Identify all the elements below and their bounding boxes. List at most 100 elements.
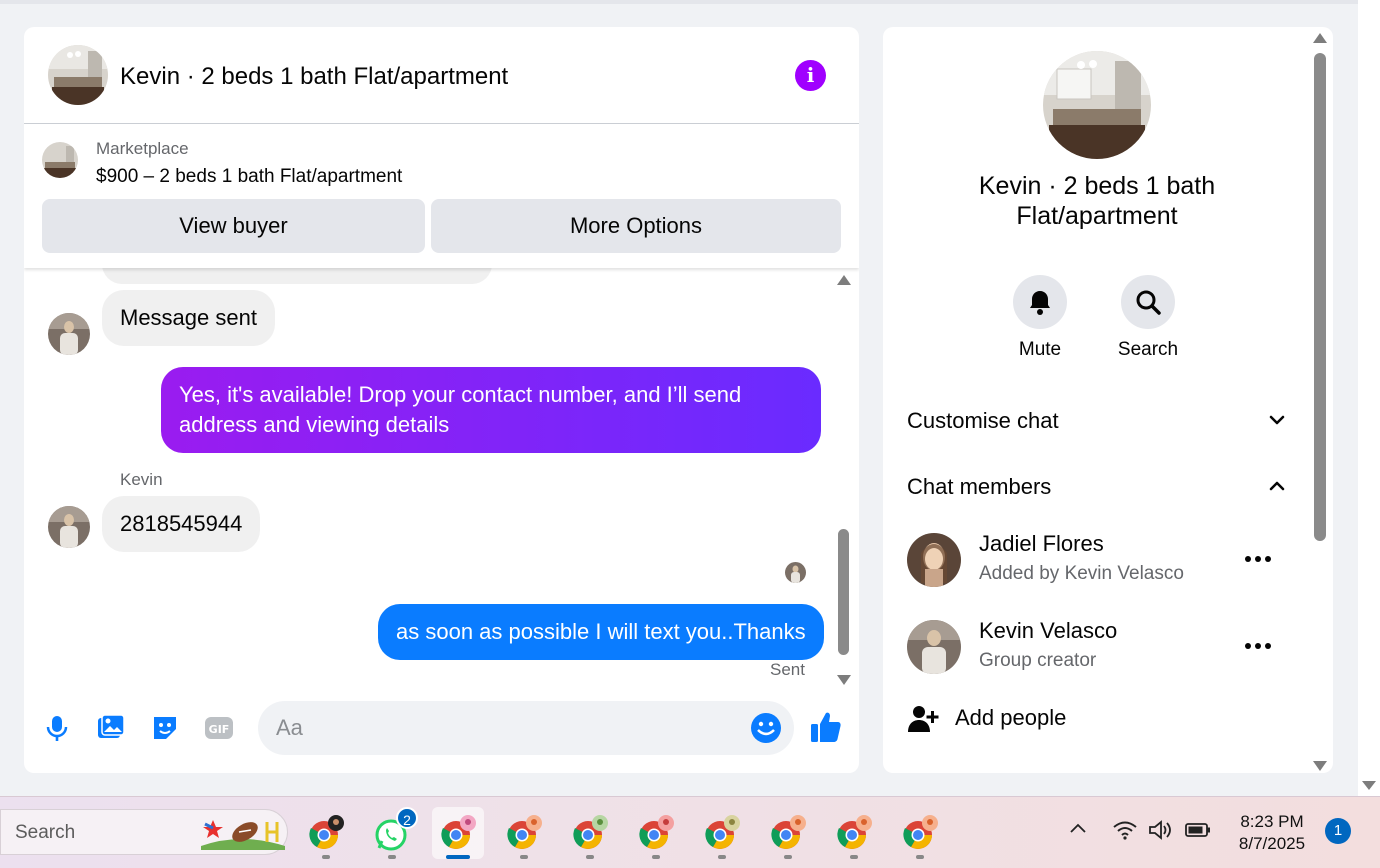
member-name: Kevin Velasco	[979, 618, 1118, 643]
svg-text:GIF: GIF	[209, 723, 230, 736]
scroll-down-arrow[interactable]	[837, 675, 851, 685]
info-icon[interactable]: i	[795, 60, 826, 91]
taskbar-chrome-profile[interactable]	[828, 807, 880, 859]
message-input[interactable]	[276, 711, 736, 745]
taskbar-indicator	[784, 855, 792, 859]
sticker-icon[interactable]	[150, 713, 180, 743]
marketplace-banner: Marketplace $900 – 2 beds 1 bath Flat/ap…	[24, 124, 859, 268]
message-bubble-outgoing[interactable]: as soon as possible I will text you..Tha…	[378, 604, 824, 660]
taskbar-chrome-profile[interactable]	[432, 807, 484, 859]
photo-icon[interactable]	[96, 713, 126, 743]
taskbar-indicator	[718, 855, 726, 859]
scroll-up-arrow[interactable]	[837, 275, 851, 285]
chat-members-section[interactable]: Chat members	[907, 468, 1287, 504]
chevron-up-icon[interactable]	[1068, 819, 1088, 839]
search-label: Search	[1117, 339, 1179, 360]
scroll-thumb[interactable]	[838, 529, 849, 655]
sent-status: Sent	[770, 660, 805, 679]
scroll-up-arrow[interactable]	[1313, 33, 1327, 43]
notification-badge[interactable]: 1	[1325, 818, 1351, 844]
member-subtitle: Group creator	[979, 650, 1097, 671]
chat-header: Kevin · 2 beds 1 bath Flat/apartment i	[24, 27, 859, 124]
read-receipt-avatar	[785, 562, 806, 583]
search-action[interactable]: Search	[1103, 275, 1193, 361]
member-avatar[interactable]	[907, 620, 961, 674]
scroll-thumb[interactable]	[1314, 53, 1326, 541]
battery-icon[interactable]	[1184, 819, 1212, 841]
clock-date: 8/7/2025	[1238, 834, 1306, 853]
add-person-icon	[908, 706, 939, 732]
taskbar-search[interactable]: Search	[0, 809, 288, 855]
chat-members-label: Chat members	[907, 474, 1052, 499]
marketplace-label: Marketplace	[96, 139, 189, 158]
search-highlight-icon	[201, 820, 285, 850]
add-people-label: Add people	[955, 705, 1067, 730]
taskbar-search-label: Search	[15, 822, 76, 843]
member-row[interactable]: Jadiel Flores Added by Kevin Velasco	[907, 531, 1297, 591]
scroll-down-arrow[interactable]	[1313, 761, 1327, 771]
more-options-icon[interactable]	[1243, 547, 1273, 571]
wifi-icon[interactable]	[1112, 819, 1138, 841]
message-input-wrapper	[258, 701, 794, 755]
gif-icon[interactable]: GIF	[204, 713, 234, 743]
taskbar-whatsapp[interactable]: 2	[366, 807, 418, 859]
whatsapp-badge: 2	[396, 807, 418, 829]
message-sender-name: Kevin	[120, 470, 163, 489]
add-people-button[interactable]: Add people	[907, 702, 1207, 738]
clock-time: 8:23 PM	[1240, 812, 1304, 831]
more-options-icon[interactable]	[1243, 634, 1273, 658]
microphone-icon[interactable]	[42, 713, 72, 743]
taskbar-indicator	[520, 855, 528, 859]
taskbar: Search 2 8:23 PM 8/7/2025 1	[0, 796, 1380, 868]
thumbs-up-icon[interactable]	[808, 709, 844, 745]
side-scrollbar[interactable]	[1311, 33, 1329, 771]
partial-message-bubble	[102, 268, 492, 284]
emoji-icon[interactable]	[750, 712, 782, 744]
thread-scrollbar[interactable]	[836, 275, 852, 685]
taskbar-indicator	[850, 855, 858, 859]
system-clock[interactable]: 8:23 PM 8/7/2025	[1230, 811, 1314, 855]
view-buyer-button[interactable]: View buyer	[42, 199, 425, 253]
taskbar-indicator	[388, 855, 396, 859]
taskbar-chrome-profile[interactable]	[696, 807, 748, 859]
chevron-up-icon	[1269, 481, 1285, 491]
mute-button[interactable]	[1013, 275, 1067, 329]
message-bubble-incoming[interactable]: 2818545944	[102, 496, 261, 552]
customise-chat-section[interactable]: Customise chat	[907, 402, 1287, 438]
taskbar-indicator	[916, 855, 924, 859]
taskbar-chrome-profile[interactable]	[564, 807, 616, 859]
taskbar-chrome-profile[interactable]	[894, 807, 946, 859]
member-row[interactable]: Kevin Velasco Group creator	[907, 618, 1297, 678]
listing-avatar[interactable]	[48, 45, 108, 105]
taskbar-indicator	[586, 855, 594, 859]
member-subtitle: Added by Kevin Velasco	[979, 563, 1184, 584]
member-avatar[interactable]	[907, 533, 961, 587]
page-scrollbar[interactable]	[1358, 0, 1380, 796]
taskbar-chrome-profile[interactable]	[300, 807, 352, 859]
search-button[interactable]	[1121, 275, 1175, 329]
taskbar-chrome-profile[interactable]	[498, 807, 550, 859]
listing-price-title[interactable]: $900 – 2 beds 1 bath Flat/apartment	[96, 166, 402, 188]
customise-chat-label: Customise chat	[907, 408, 1059, 433]
more-options-button[interactable]: More Options	[431, 199, 841, 253]
sender-avatar[interactable]	[48, 313, 90, 355]
sender-avatar[interactable]	[48, 506, 90, 548]
taskbar-chrome-profile[interactable]	[630, 807, 682, 859]
message-bubble-incoming[interactable]: Message sent	[102, 290, 275, 346]
chat-title: Kevin · 2 beds 1 bath Flat/apartment	[120, 63, 509, 90]
chevron-down-icon	[1269, 415, 1285, 425]
taskbar-indicator	[652, 855, 660, 859]
taskbar-indicator	[446, 855, 470, 859]
listing-avatar-large[interactable]	[1043, 51, 1151, 159]
composer-bar: GIF	[24, 699, 859, 759]
mute-action[interactable]: Mute	[995, 275, 1085, 361]
message-bubble-outgoing[interactable]: Yes, it's available! Drop your contact n…	[161, 367, 821, 453]
listing-thumbnail[interactable]	[42, 142, 78, 178]
volume-icon[interactable]	[1148, 819, 1174, 841]
chat-panel: Kevin · 2 beds 1 bath Flat/apartment i M…	[24, 27, 859, 773]
taskbar-chrome-profile[interactable]	[762, 807, 814, 859]
mute-label: Mute	[1018, 339, 1062, 360]
scroll-down-arrow[interactable]	[1362, 781, 1376, 790]
message-thread[interactable]: Message sent Yes, it's available! Drop y…	[24, 268, 859, 688]
taskbar-indicator	[322, 855, 330, 859]
